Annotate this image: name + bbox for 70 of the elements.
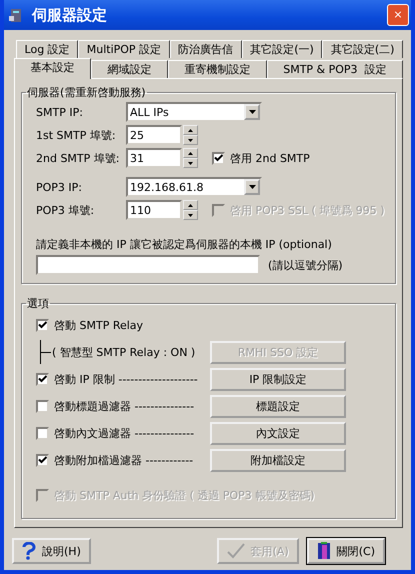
door-icon <box>316 542 331 560</box>
checkbox[interactable] <box>36 318 49 332</box>
checkbox[interactable] <box>36 372 49 386</box>
checkmark-icon <box>38 456 47 464</box>
close-button[interactable]: × <box>387 4 409 26</box>
tab[interactable]: 基本設定 <box>14 58 91 79</box>
spin-up-button[interactable] <box>183 148 198 158</box>
group-title: 選項 <box>26 296 50 311</box>
relay-status-note: ( 智慧型 SMTP Relay : ON ) <box>52 344 196 360</box>
checkmark-icon <box>214 154 223 162</box>
spin-up-button[interactable] <box>183 200 198 210</box>
spin-down-button[interactable] <box>183 158 198 168</box>
up-arrow-icon <box>188 152 193 154</box>
settings-button[interactable]: 內文設定 <box>210 422 346 444</box>
down-arrow-icon <box>188 138 193 142</box>
checkmark-icon <box>38 375 47 383</box>
tab[interactable]: 防治廣告信 <box>170 40 242 58</box>
spin-down-button[interactable] <box>183 135 198 145</box>
tab[interactable]: Log 設定 <box>16 40 78 58</box>
tree-connector <box>40 340 52 364</box>
tab[interactable]: 其它設定(二) <box>322 40 403 58</box>
checkbox[interactable] <box>36 454 49 466</box>
group-title: 伺服器(需重新啓動服務) <box>26 85 147 100</box>
option-label: 啓動 SMTP Relay <box>54 318 144 332</box>
settings-button[interactable]: 附加檔設定 <box>210 448 346 472</box>
dropdown-button[interactable] <box>244 104 260 120</box>
tab[interactable]: 其它設定(一) <box>242 40 322 58</box>
down-arrow-icon <box>248 185 256 189</box>
checkbox[interactable] <box>212 152 225 164</box>
spin-down-button[interactable] <box>183 210 198 220</box>
field-label: SMTP IP: <box>36 106 84 118</box>
port-field[interactable]: 31 <box>126 148 182 168</box>
option-label: 啓動標題過濾器 --------------- <box>54 398 194 414</box>
option-label: 啓動附加檔過濾器 ------------ <box>54 452 194 468</box>
close-dialog-button[interactable]: 關閉(C) <box>306 538 385 564</box>
option-label: 啓動內文過濾器 --------------- <box>54 426 194 440</box>
dropdown-field[interactable]: 192.168.61.8 <box>126 177 262 197</box>
field-label: 2nd SMTP 埠號: <box>36 150 120 166</box>
checkbox-label: 啓用 2nd SMTP <box>230 150 310 166</box>
down-arrow-icon <box>248 110 256 114</box>
up-arrow-icon <box>188 128 193 132</box>
tab[interactable]: SMTP & POP3 設定 <box>266 60 404 78</box>
tab[interactable]: MultiPOP 設定 <box>78 40 170 58</box>
dropdown-button[interactable] <box>244 179 260 195</box>
spin-up-button[interactable] <box>183 125 198 135</box>
field-label: 1st SMTP 埠號: <box>36 128 117 142</box>
down-arrow-icon <box>188 162 193 164</box>
option-label: 啓動 IP 限制 -------------------- <box>54 372 198 386</box>
question-mark-icon <box>22 542 36 560</box>
checkmark-icon <box>38 321 47 329</box>
dropdown-field[interactable]: ALL IPs <box>126 102 262 122</box>
local-ip-field[interactable] <box>36 255 260 275</box>
help-button[interactable]: 說明(H) <box>12 538 91 564</box>
checkbox[interactable] <box>36 400 49 412</box>
server-icon <box>8 7 24 23</box>
tab[interactable]: 重寄機制設定 <box>168 60 267 78</box>
field-label: POP3 IP: <box>36 180 84 194</box>
down-arrow-icon <box>188 214 193 216</box>
window-title: 伺服器設定 <box>32 6 108 24</box>
checkmark-icon <box>226 543 245 559</box>
checkbox[interactable] <box>36 426 49 440</box>
field-hint: (請以逗號分隔) <box>268 258 343 272</box>
port-field[interactable]: 110 <box>126 200 182 220</box>
up-arrow-icon <box>188 204 193 206</box>
settings-button[interactable]: 標題設定 <box>210 394 346 418</box>
local-ip-prompt: 請定義非本機的 IP 讓它被認定爲伺服器的本機 IP (optional) <box>36 237 333 252</box>
tab[interactable]: 網域設定 <box>90 60 168 78</box>
field-label: POP3 埠號: <box>36 202 96 218</box>
settings-button[interactable]: IP 限制設定 <box>210 368 346 390</box>
port-field[interactable]: 25 <box>126 125 182 145</box>
